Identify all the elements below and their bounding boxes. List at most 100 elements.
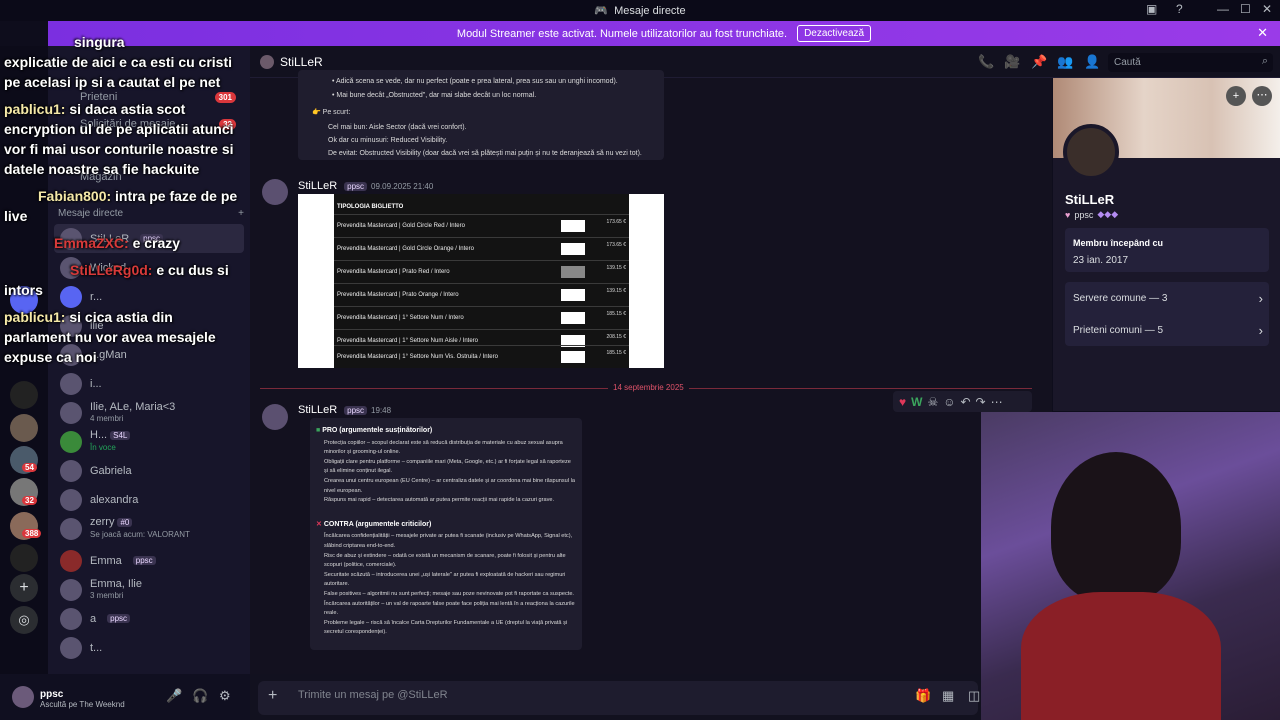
quantity-select (561, 289, 585, 301)
common-servers-row[interactable]: Servere comune — 3 › (1073, 291, 1263, 306)
add-friend-icon[interactable]: + (1226, 86, 1246, 106)
add-server-icon[interactable]: + (10, 574, 38, 602)
row-label: Prevendita Mastercard | Gold Circle Red … (337, 223, 465, 229)
search-input[interactable]: Caută ⌕ (1108, 53, 1273, 72)
headphones-icon[interactable]: 🎧 (192, 688, 208, 704)
dm-name: t... (90, 641, 103, 654)
dm-item[interactable]: Emma, Ilie 3 membri (54, 575, 244, 604)
user-profile-icon[interactable]: 👤 (1084, 54, 1100, 70)
chat-text: expuse ca noi (4, 349, 97, 365)
table-row: Prevendita Mastercard | Gold Circle Red … (334, 214, 629, 237)
tag-pill: S4L (110, 431, 131, 440)
dm-item[interactable]: alexandra (54, 485, 244, 514)
chat-text: explicatie de aici e ca esti cu cristi (4, 54, 233, 70)
dm-subtitle: 4 membri (90, 413, 124, 423)
chat-line: expuse ca noi (4, 347, 244, 367)
w-reaction-icon[interactable]: W (911, 395, 922, 409)
server-icon[interactable] (10, 414, 38, 442)
skull-reaction-icon[interactable]: ☠ (927, 395, 938, 409)
row-label: Prevendita Mastercard | Prato Red / Inte… (337, 269, 450, 275)
avatar[interactable] (262, 179, 288, 205)
ticket-table: TIPOLOGIA BIGLIETTO Prevendita Mastercar… (334, 194, 629, 368)
more-icon[interactable]: ⋯ (1252, 86, 1272, 106)
message-card: • Adică scena se vede, dar nu perfect (p… (298, 70, 664, 160)
close-window-button[interactable]: ✕ (1262, 2, 1272, 16)
dm-item[interactable]: a ppsc (54, 604, 244, 633)
avatar[interactable] (262, 404, 288, 430)
row-price: 208.15 € (606, 334, 626, 340)
row-label: Prevendita Mastercard | 1° Settore Num V… (337, 354, 498, 360)
add-reaction-icon[interactable]: ☺ (943, 395, 955, 409)
gif-icon[interactable]: ▦ (942, 688, 954, 704)
attach-plus-icon[interactable]: + (268, 687, 277, 705)
video-call-icon[interactable]: 🎥 (1004, 54, 1020, 70)
sticker-icon[interactable]: ◫ (968, 688, 980, 704)
member-since-box: Membru începând cu 23 ian. 2017 (1065, 228, 1269, 272)
forward-icon[interactable]: ↷ (976, 395, 986, 409)
dm-item[interactable]: i... (54, 369, 244, 398)
table-row: Prevendita Mastercard | Gold Circle Oran… (334, 237, 629, 260)
streamer-silhouette (1051, 452, 1181, 602)
contra-title: ✕ CONTRA (argumentele criticilor) (316, 520, 432, 528)
user-status: Ascultă pe The Weeknd (40, 699, 125, 709)
list-item: Răspuns mai rapid – detectarea automată … (324, 497, 555, 504)
server-icon[interactable] (10, 381, 38, 409)
server-icon[interactable] (10, 544, 38, 572)
profile-tag: ppsc (1074, 209, 1094, 220)
dm-item[interactable]: Emma ppsc (54, 546, 244, 575)
list-item: Securitate scăzută – introducerea unei „… (324, 571, 566, 588)
chat-user: EmmaZXC: (54, 235, 129, 251)
inbox-icon[interactable]: ▣ (1146, 2, 1157, 16)
quantity-select (561, 312, 585, 324)
heart-icon: ♥ (1065, 209, 1071, 220)
chevron-right-icon: › (1258, 291, 1263, 306)
settings-gear-icon[interactable]: ⚙ (219, 688, 231, 704)
add-friends-icon[interactable]: 👥 (1057, 54, 1073, 70)
table-row: Prevendita Mastercard | 1° Settore Num /… (334, 306, 629, 329)
image-attachment[interactable]: TIPOLOGIA BIGLIETTO Prevendita Mastercar… (298, 194, 664, 368)
disable-streamer-mode-button[interactable]: Dezactivează (797, 25, 872, 42)
profile-panel: + ⋯ StiLLeR ♥ ppsc ◆◆◆ Membru începând c… (1053, 78, 1280, 411)
date-divider-label: 14 septembrie 2025 (608, 383, 689, 392)
dm-item[interactable]: Gabriela (54, 456, 244, 485)
dm-item[interactable]: Ilie, ALe, Maria<3 4 membri (54, 398, 244, 427)
chat-line: encryption ul de pe aplicatii atunci (4, 119, 244, 139)
dm-name: alexandra (90, 493, 139, 506)
mutuals-box: Servere comune — 3 › Prieteni comuni — 5 › (1065, 282, 1269, 346)
dm-item[interactable]: t... (54, 633, 244, 662)
help-icon[interactable]: ? (1176, 2, 1183, 16)
dm-item[interactable]: H... S4L În voce (54, 427, 244, 456)
chat-line: EmmaZXC: e crazy (4, 233, 244, 253)
heart-reaction-icon[interactable]: ♥ (899, 395, 906, 409)
reply-icon[interactable]: ↶ (960, 395, 970, 409)
microphone-icon[interactable]: 🎤 (166, 688, 182, 704)
minimize-button[interactable]: — (1217, 2, 1229, 16)
window-title: Mesaje directe (614, 4, 686, 17)
pin-icon[interactable]: 📌 (1031, 54, 1047, 70)
list-item: Protecția copiilor – scopul declarat est… (324, 439, 563, 456)
member-since-date: 23 ian. 2017 (1073, 255, 1129, 266)
avatar (260, 54, 274, 69)
gift-icon[interactable]: 🎁 (915, 688, 931, 704)
stream-chat-overlay: singura explicatie de aici e ca esti cu … (4, 30, 244, 370)
voice-call-icon[interactable]: 📞 (978, 54, 994, 70)
explore-icon[interactable]: ◎ (10, 606, 38, 634)
avatar (60, 401, 82, 424)
avatar[interactable] (12, 686, 34, 708)
tag-pill: ppsc (107, 614, 131, 623)
dm-item[interactable]: zerry #0 Se joacă acum: VALORANT (54, 514, 244, 543)
chat-user: pablicu1: (4, 309, 66, 325)
avatar (60, 578, 82, 601)
avatar (60, 607, 82, 630)
avatar[interactable] (1063, 124, 1119, 180)
author-name[interactable]: StiLLeR (298, 404, 337, 416)
more-icon[interactable]: ⋯ (991, 395, 1003, 409)
common-friends-row[interactable]: Prieteni comuni — 5 › (1073, 323, 1263, 338)
row-label: Prevendita Mastercard | Prato Orange / I… (337, 292, 459, 298)
table-row: Prevendita Mastercard | Prato Orange / I… (334, 283, 629, 306)
chat-text: pe acelasi ip si a cautat el pe net (4, 74, 221, 90)
author-name[interactable]: StiLLeR (298, 180, 337, 192)
maximize-button[interactable]: ☐ (1240, 2, 1251, 16)
list-item: Risc de abuz și extindere – odată ce exi… (324, 552, 566, 569)
close-icon[interactable]: ✕ (1257, 25, 1268, 41)
